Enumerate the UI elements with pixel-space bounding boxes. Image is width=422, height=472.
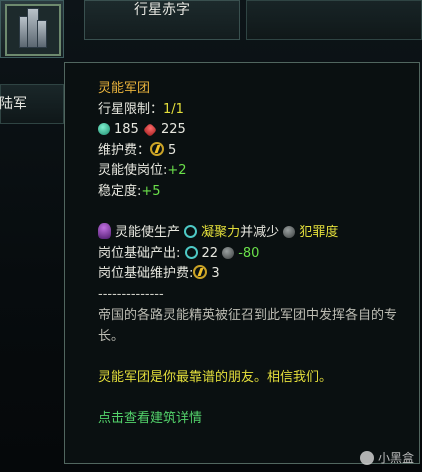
tooltip-flavor: 灵能军团是你最靠谱的朋友。相信我们。	[98, 369, 333, 385]
building-tooltip: 灵能军团 行星限制：1/1 185 225 维护费： 5 灵能使岗位:+2 稳定度…	[64, 62, 420, 464]
produce-row: 灵能使生产 凝聚力并减少 犯罪度	[98, 223, 414, 244]
produce-prefix: 灵能使生产	[115, 225, 181, 240]
crime-icon	[283, 226, 296, 238]
upkeep-value: 5	[168, 142, 177, 158]
tooltip-title: 灵能军团	[98, 81, 151, 96]
details-link[interactable]: 点击查看建筑详情	[98, 409, 414, 430]
produce-resource: 凝聚力	[201, 225, 241, 240]
base-upkeep-label: 岗位基础维护费:	[98, 266, 194, 281]
stability-label: 稳定度:	[98, 183, 142, 199]
unity-icon	[184, 245, 198, 259]
produce-reduce: 犯罪度	[299, 225, 339, 240]
watermark: 小黑盒	[359, 449, 414, 466]
jobs-label: 灵能使岗位:	[98, 163, 168, 178]
psionic-pop-icon	[98, 223, 111, 239]
stability-value: +5	[141, 183, 161, 199]
upkeep-row: 维护费： 5	[98, 141, 414, 162]
jobs-value: +2	[167, 163, 187, 178]
tooltip-description: 帝国的各路灵能精英被征召到此军团中发挥各自的专长。	[98, 307, 398, 344]
cost-row: 185 225	[98, 120, 414, 141]
cost-red-amount: 225	[160, 122, 186, 137]
base-output-crime: -80	[238, 245, 260, 261]
upkeep-label: 维护费：	[98, 142, 151, 158]
tab-army[interactable]: 陆军	[0, 84, 64, 124]
unity-icon	[184, 225, 198, 238]
tooltip-divider: --------------	[98, 286, 164, 302]
alloys-icon	[142, 122, 158, 138]
tab-planet-deficit[interactable]: 行星赤字	[84, 0, 240, 40]
energy-credits-icon	[150, 141, 165, 156]
tab-planet-deficit-label: 行星赤字	[134, 2, 190, 18]
energy-credits-icon	[193, 265, 208, 279]
planet-limit-label: 行星限制：	[98, 101, 164, 117]
tab-army-label: 陆军	[0, 96, 27, 112]
building-card[interactable]	[0, 0, 64, 58]
produce-middle: 并减少	[240, 225, 280, 240]
crime-icon	[222, 246, 235, 259]
planet-limit-value: 1/1	[163, 101, 184, 117]
base-upkeep-value: 3	[211, 266, 220, 281]
base-output-label: 岗位基础产出:	[98, 245, 181, 261]
tab-right[interactable]	[246, 0, 422, 40]
minerals-icon	[98, 123, 110, 135]
jobs-row: 灵能使岗位:+2	[98, 161, 414, 182]
base-output-row: 岗位基础产出: 22 -80	[98, 244, 414, 265]
cost-energy-amount: 185	[114, 122, 139, 137]
stability-row: 稳定度:+5	[98, 182, 414, 203]
base-upkeep-row: 岗位基础维护费: 3	[98, 264, 414, 285]
watermark-text: 小黑盒	[377, 451, 414, 465]
psionic-corps-building-icon	[5, 4, 61, 56]
planet-limit-row: 行星限制：1/1	[98, 100, 414, 121]
watermark-logo-icon	[359, 451, 374, 465]
base-output-unity: 22	[201, 245, 219, 261]
